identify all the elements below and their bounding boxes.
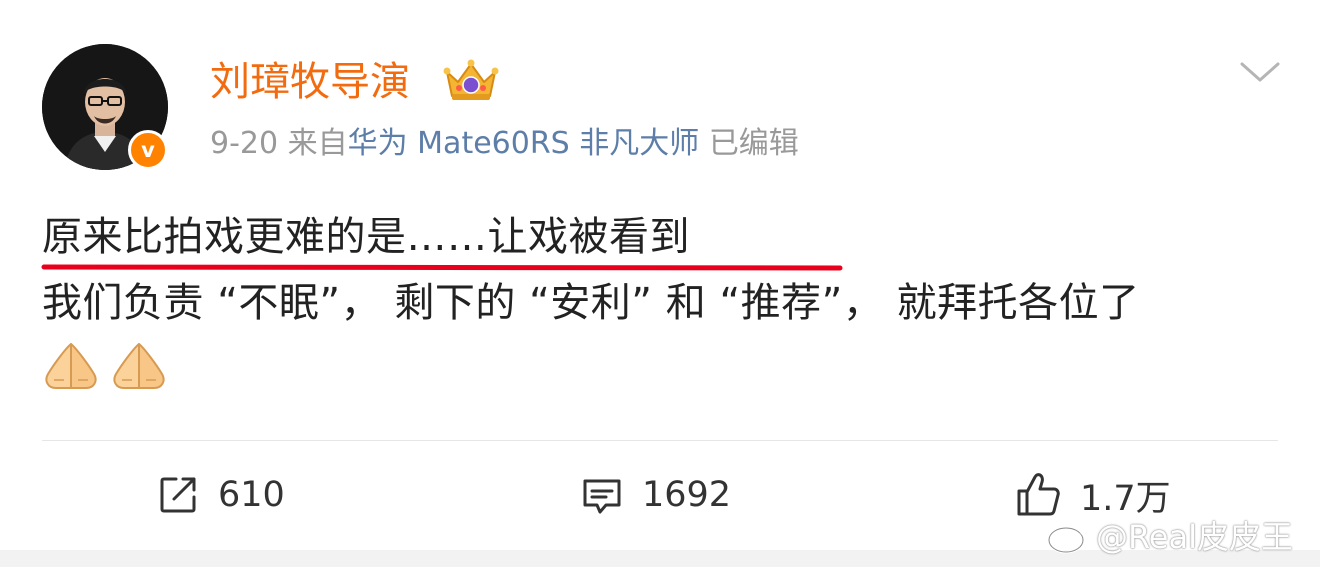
watermark-text: @Real皮皮王: [1096, 518, 1293, 556]
source-device-link[interactable]: 华为 Mate60RS 非凡大师: [348, 126, 700, 161]
verified-badge-label: v: [141, 137, 155, 162]
author-name[interactable]: 刘璋牧导演: [210, 54, 410, 110]
source-prefix: 来自: [287, 126, 348, 161]
comment-button[interactable]: 1692: [580, 470, 731, 520]
post-meta: 9-20 来自华为 Mate60RS 非凡大师 已编辑: [210, 122, 799, 166]
repost-button[interactable]: 610: [156, 470, 285, 520]
post-date: 9-20: [210, 126, 279, 161]
post-text-line-1: 原来比拍戏更难的是……让戏被看到: [42, 214, 690, 260]
comment-count: 1692: [642, 475, 732, 515]
comment-icon: [583, 479, 621, 514]
emoji-row: [42, 340, 168, 396]
post-text-line-2: 我们负责 “不眠”， 剩下的 “安利” 和 “推荐”， 就拜托各位了: [42, 280, 1140, 326]
chevron-down-icon[interactable]: [1238, 58, 1282, 86]
vip-crown-icon: [443, 59, 499, 100]
weibo-logo-icon: [1047, 521, 1089, 554]
red-underline-annotation: [41, 264, 843, 271]
verified-badge-icon: v: [128, 130, 168, 170]
repost-count: 610: [218, 475, 285, 515]
repost-icon: [160, 477, 196, 513]
weibo-post-card: v 刘璋牧导演 9-20 来自华为 Mate60RS 非凡大师 已编辑 原来比拍…: [0, 0, 1320, 550]
divider: [42, 440, 1278, 441]
folded-hands-emoji: [45, 343, 97, 389]
watermark: @Real皮皮王: [1046, 510, 1293, 560]
folded-hands-emoji: [113, 343, 165, 389]
edited-label[interactable]: 已编辑: [709, 126, 799, 161]
